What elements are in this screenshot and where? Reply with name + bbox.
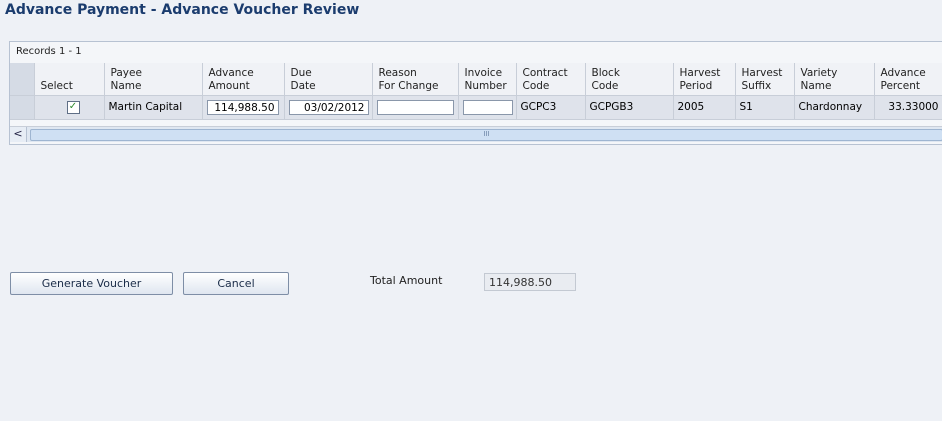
col-header-harvest-suffix[interactable]: Harvest Suffix <box>735 63 795 96</box>
harvest-suffix-cell: S1 <box>735 95 795 120</box>
voucher-table: Select Payee Name Advance Amount Due Date R… <box>10 63 942 120</box>
scroll-left-icon[interactable]: < <box>10 127 27 142</box>
due-date-cell: 03/02/2012 <box>284 95 373 120</box>
col-header-invoice-number[interactable]: Invoice Number <box>458 63 517 96</box>
payee-name-cell: Martin Capital <box>104 95 203 120</box>
col-header-advance-percent[interactable]: Advance Percent <box>874 63 942 96</box>
variety-name-cell: Chardonnay <box>794 95 875 120</box>
harvest-period-cell: 2005 <box>673 95 736 120</box>
col-header-reason-for-change[interactable]: Reason For Change <box>372 63 459 96</box>
col-header-harvest-period[interactable]: Harvest Period <box>673 63 736 96</box>
col-header-variety-name[interactable]: Variety Name <box>794 63 875 96</box>
advance-percent-cell: 33.33000 <box>874 95 942 120</box>
row-selector[interactable] <box>10 95 35 120</box>
scroll-thumb[interactable]: III <box>30 129 942 141</box>
advance-amount-cell: 114,988.50 <box>202 95 285 120</box>
select-cell: ✓ <box>34 95 105 120</box>
col-header-due-date[interactable]: Due Date <box>284 63 373 96</box>
col-header-payee-name[interactable]: Payee Name <box>104 63 203 96</box>
col-header-block-code[interactable]: Block Code <box>585 63 674 96</box>
invoice-number-input[interactable] <box>462 99 513 115</box>
table-header-row: Select Payee Name Advance Amount Due Date R… <box>10 63 942 96</box>
reason-for-change-cell <box>372 95 459 120</box>
generate-voucher-button[interactable]: Generate Voucher <box>10 272 173 295</box>
col-header-select[interactable]: Select <box>34 63 105 96</box>
total-amount-field: 114,988.50 <box>484 273 576 291</box>
cancel-button[interactable]: Cancel <box>183 272 289 295</box>
total-amount-label: Total Amount <box>370 274 443 287</box>
contract-code-cell: GCPC3 <box>516 95 586 120</box>
reason-for-change-input[interactable] <box>376 99 454 115</box>
invoice-number-cell <box>458 95 517 120</box>
due-date-input[interactable]: 03/02/2012 <box>288 99 369 115</box>
horizontal-scrollbar[interactable]: < III <box>10 126 942 142</box>
table-row[interactable]: ✓ Martin Capital 114,988.50 03/02/2012 G… <box>10 95 942 120</box>
col-header-advance-amount[interactable]: Advance Amount <box>202 63 285 96</box>
records-count: Records 1 - 1 <box>16 46 82 57</box>
col-header-contract-code[interactable]: Contract Code <box>516 63 586 96</box>
voucher-grid: Records 1 - 1 Select Payee Name Advance Am… <box>9 41 942 145</box>
block-code-cell: GCPGB3 <box>585 95 674 120</box>
page-title: Advance Payment - Advance Voucher Review <box>5 2 360 18</box>
advance-amount-input[interactable]: 114,988.50 <box>206 99 279 115</box>
select-checkbox[interactable]: ✓ <box>66 100 80 114</box>
row-header-corner <box>10 63 35 96</box>
